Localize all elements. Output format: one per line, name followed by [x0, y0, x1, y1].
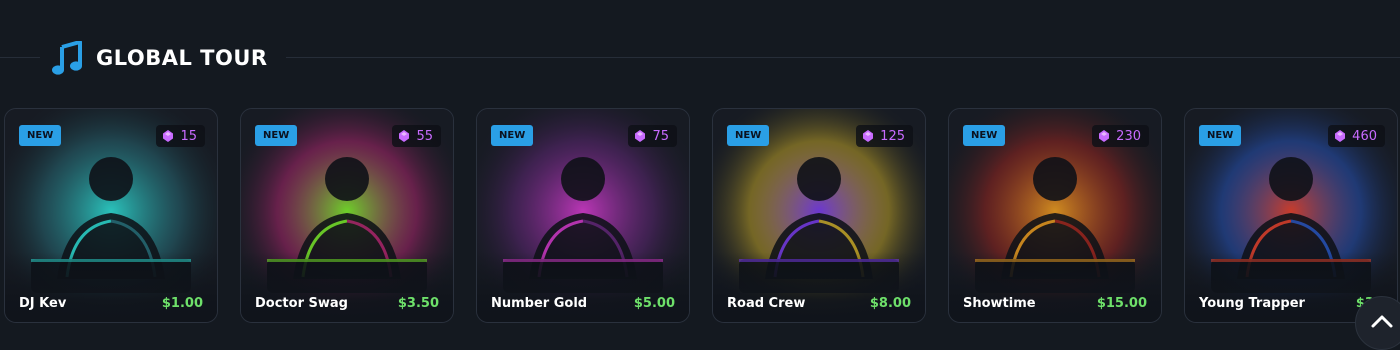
new-badge: NEW [963, 125, 1006, 146]
card-price: $5.00 [633, 296, 675, 311]
gem-icon [398, 127, 410, 146]
gem-count: 15 [156, 125, 205, 147]
gem-count: 125 [856, 125, 913, 147]
card-price: $3.50 [397, 296, 439, 311]
card-row: NEW 15 DJ Kev $1.00 NEW 55 Doctor Swag $… [4, 108, 1400, 323]
gem-value: 125 [880, 128, 905, 144]
card-price: $8.00 [869, 296, 911, 311]
gem-value: 55 [416, 128, 433, 144]
bundle-card[interactable]: NEW 460 Young Trapper $30 [1184, 108, 1398, 323]
card-fade [477, 252, 689, 322]
bundle-card[interactable]: NEW 75 Number Gold $5.00 [476, 108, 690, 323]
new-badge: NEW [255, 125, 298, 146]
gem-count: 55 [392, 125, 441, 147]
new-badge: NEW [19, 125, 62, 146]
gem-value: 230 [1116, 128, 1141, 144]
bundle-card[interactable]: NEW 230 Showtime $15.00 [948, 108, 1162, 323]
section-header: GLOBAL TOUR [0, 34, 1400, 82]
gem-count: 75 [628, 125, 677, 147]
gem-value: 460 [1352, 128, 1377, 144]
card-fade [241, 252, 453, 322]
gem-icon [1334, 127, 1346, 146]
card-fade [5, 252, 217, 322]
card-price: $15.00 [1096, 296, 1147, 311]
card-fade [713, 252, 925, 322]
music-note-icon [52, 41, 84, 75]
gem-value: 15 [180, 128, 197, 144]
bundle-card[interactable]: NEW 125 Road Crew $8.00 [712, 108, 926, 323]
gem-icon [862, 127, 874, 146]
gem-icon [1098, 127, 1110, 146]
gem-icon [634, 127, 646, 146]
card-price: $1.00 [161, 296, 203, 311]
new-badge: NEW [1199, 125, 1242, 146]
gem-count: 460 [1328, 125, 1385, 147]
card-name: DJ Kev [19, 296, 67, 311]
card-name: Showtime [963, 296, 1036, 311]
section-title-group: GLOBAL TOUR [40, 34, 286, 82]
gem-value: 75 [652, 128, 669, 144]
scroll-to-top-button[interactable] [1355, 296, 1400, 350]
bundle-card[interactable]: NEW 15 DJ Kev $1.00 [4, 108, 218, 323]
section-title: GLOBAL TOUR [96, 46, 268, 70]
card-fade [949, 252, 1161, 322]
card-name: Young Trapper [1199, 296, 1305, 311]
gem-count: 230 [1092, 125, 1149, 147]
new-badge: NEW [491, 125, 534, 146]
card-name: Doctor Swag [255, 296, 348, 311]
gem-icon [162, 127, 174, 146]
card-name: Road Crew [727, 296, 806, 311]
new-badge: NEW [727, 125, 770, 146]
bundle-card[interactable]: NEW 55 Doctor Swag $3.50 [240, 108, 454, 323]
card-name: Number Gold [491, 296, 588, 311]
